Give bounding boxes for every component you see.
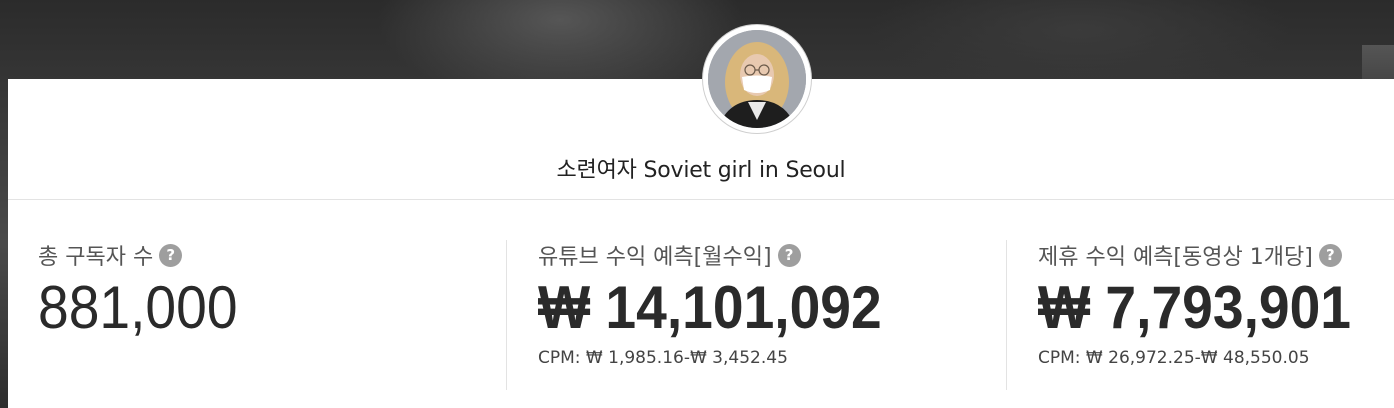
avatar-image	[708, 30, 806, 128]
stat-subscribers-label-row: 총 구독자 수 ?	[38, 240, 255, 270]
stat-separator	[1006, 240, 1007, 390]
stat-subscribers: 총 구독자 수 ? 881,000	[38, 240, 255, 340]
stat-subscribers-value: 881,000	[38, 274, 238, 341]
stat-sponsorship-revenue-label: 제휴 수익 예측[동영상 1개당]	[1038, 245, 1313, 270]
help-icon[interactable]: ?	[1318, 243, 1342, 267]
stat-subscribers-label: 총 구독자 수	[38, 245, 154, 270]
stat-sponsorship-revenue-label-row: 제휴 수익 예측[동영상 1개당] ?	[1038, 240, 1378, 270]
channel-name: 소련여자 Soviet girl in Seoul	[556, 158, 846, 183]
help-icon[interactable]: ?	[159, 243, 183, 267]
stat-youtube-revenue: 유튜브 수익 예측[월수익] ? ₩ 14,101,092 CPM: ₩ 1,9…	[538, 240, 912, 368]
stat-sponsorship-revenue-cpm: CPM: ₩ 26,972.25-₩ 48,550.05	[1038, 348, 1310, 368]
avatar-portrait	[708, 30, 806, 128]
stat-youtube-revenue-cpm: CPM: ₩ 1,985.16-₩ 3,452.45	[538, 348, 788, 368]
stat-youtube-revenue-label: 유튜브 수익 예측[월수익]	[538, 245, 772, 270]
help-icon[interactable]: ?	[777, 243, 801, 267]
header-divider	[8, 199, 1394, 200]
stat-youtube-revenue-value: ₩ 14,101,092	[538, 274, 882, 341]
stat-youtube-revenue-label-row: 유튜브 수익 예측[월수익] ?	[538, 240, 912, 270]
stat-sponsorship-revenue-value: ₩ 7,793,901	[1038, 274, 1352, 341]
stat-sponsorship-revenue: 제휴 수익 예측[동영상 1개당] ? ₩ 7,793,901 CPM: ₩ 2…	[1038, 240, 1378, 368]
stat-separator	[506, 240, 507, 390]
channel-avatar[interactable]	[703, 25, 811, 133]
